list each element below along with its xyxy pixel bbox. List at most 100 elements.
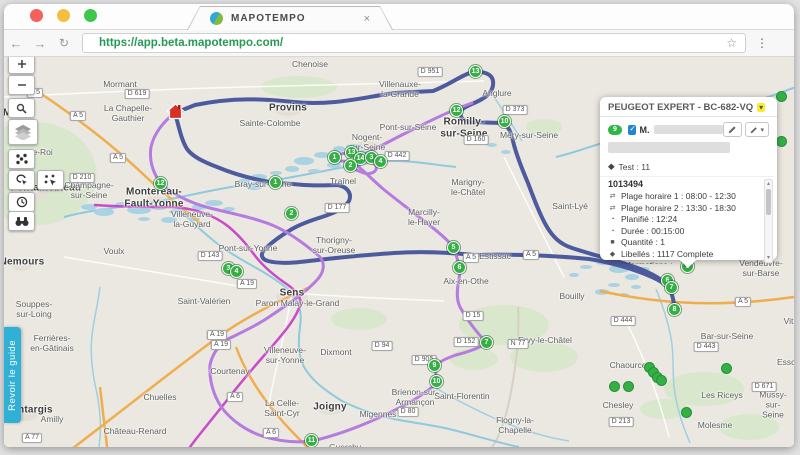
close-window-button[interactable] [30, 9, 43, 22]
lasso-select-button[interactable] [8, 170, 35, 190]
road-shield: D 213 [609, 417, 634, 427]
numbered-stop-marker[interactable]: 1 [328, 151, 341, 164]
popup-scrollbar[interactable]: ▴ ▾ [764, 179, 773, 263]
numbered-stop-marker[interactable]: 5 [447, 241, 460, 254]
review-guide-label: Revoir le guide [7, 340, 18, 411]
stop-details: 1013494 ⇄Plage horaire 1 : 08:00 - 12:30… [600, 176, 775, 264]
numbered-stop-marker[interactable]: 7 [665, 281, 678, 294]
contact-prefix: M. [640, 125, 650, 135]
scroll-up-icon[interactable]: ▴ [765, 180, 772, 188]
polygon-select-button[interactable] [37, 170, 64, 190]
map-canvas[interactable]: MormantChenoiseVillenauxe- la-GrandeLa C… [4, 57, 794, 447]
browser-tab[interactable]: MAPOTEMPO × [187, 6, 393, 30]
arrows-icon: ⇄ [608, 203, 617, 215]
road-shield: A 5 [110, 153, 126, 163]
url-text[interactable]: https://app.beta.mapotempo.com/ [99, 37, 726, 49]
pencil-icon [750, 126, 758, 134]
scroll-thumb[interactable] [766, 189, 771, 215]
road-shield: D 94 [372, 341, 393, 351]
road-shield: D 444 [611, 316, 636, 326]
road-shield: A 19 [207, 330, 227, 340]
url-bar[interactable]: https://app.beta.mapotempo.com/ ☆ [82, 33, 746, 53]
review-guide-tab[interactable]: Revoir le guide [4, 327, 21, 423]
arrows-icon: ⇄ [608, 191, 617, 203]
numbered-stop-marker[interactable]: 6 [453, 261, 466, 274]
detail-line: ◔Planifié : 12:24 [608, 214, 761, 226]
minimize-window-button[interactable] [57, 9, 70, 22]
back-icon[interactable]: ← [4, 36, 28, 51]
fullscreen-window-button[interactable] [84, 9, 97, 22]
tags-text: Test : 11 [619, 162, 651, 172]
road-shield: D 143 [198, 251, 223, 261]
road-shield: D 160 [464, 135, 489, 145]
browser-window: MAPOTEMPO × ← → ↻ https://app.beta.mapot… [4, 4, 794, 447]
stop-ref: 1013494 [608, 179, 761, 189]
numbered-stop-marker[interactable]: 8 [668, 303, 681, 316]
tab-close-icon[interactable]: × [364, 13, 370, 25]
numbered-stop-marker[interactable]: 2 [344, 159, 357, 172]
road-shield: D 80 [398, 407, 419, 417]
road-shield: D 15 [463, 311, 484, 321]
numbered-stop-marker[interactable]: 13 [469, 65, 482, 78]
stop-popup: PEUGEOT EXPERT - BC-682-VQ ▾ 9 M. ▾ [600, 97, 777, 260]
road-shield: A 6 [263, 428, 279, 438]
numbered-stop-marker[interactable]: 4 [374, 155, 387, 168]
zoom-area-search-button[interactable] [8, 98, 35, 118]
numbered-stop-marker[interactable]: 4 [230, 265, 243, 278]
edit-button[interactable] [723, 122, 742, 137]
screen: MAPOTEMPO × ← → ↻ https://app.beta.mapot… [0, 0, 800, 455]
stop-dot-marker[interactable] [721, 363, 732, 374]
bookmark-star-icon[interactable]: ☆ [726, 36, 737, 50]
numbered-stop-marker[interactable]: 2 [285, 207, 298, 220]
time-button[interactable] [8, 192, 35, 212]
numbered-stop-marker[interactable]: 10 [430, 375, 443, 388]
zoom-in-button[interactable] [8, 57, 35, 74]
zoom-out-button[interactable] [8, 75, 35, 95]
tag-icon: ◆ [608, 260, 617, 264]
browser-toolbar: ← → ↻ https://app.beta.mapotempo.com/ ☆ … [4, 30, 794, 57]
clock-icon: ◔ [608, 214, 617, 226]
road-shield: A 6 [227, 392, 243, 402]
stop-dot-marker[interactable] [623, 381, 634, 392]
numbered-stop-marker[interactable]: 11 [305, 434, 318, 447]
numbered-stop-marker[interactable]: 12 [154, 177, 167, 190]
vehicle-dropdown-icon[interactable]: ▾ [757, 103, 765, 112]
clusters-button[interactable] [8, 149, 35, 169]
reload-icon[interactable]: ↻ [52, 36, 76, 50]
road-shield: D 373 [503, 105, 528, 115]
stop-dot-marker[interactable] [776, 136, 787, 147]
redacted-name [654, 125, 724, 134]
numbered-stop-marker[interactable]: 9 [428, 359, 441, 372]
browser-menu-icon[interactable]: ⋮ [756, 36, 768, 50]
road-shield: D 671 [752, 382, 777, 392]
detail-text: Quantité : 1 [621, 237, 665, 249]
pencil-icon [728, 125, 737, 134]
scroll-down-icon[interactable]: ▾ [765, 254, 772, 262]
forward-icon[interactable]: → [28, 36, 52, 51]
numbered-stop-marker[interactable]: 1 [269, 176, 282, 189]
edit-dropdown-button[interactable]: ▾ [745, 122, 769, 137]
road-shield: D 619 [125, 89, 150, 99]
detail-line: ⇄Plage horaire 2 : 13:30 - 18:30 [608, 203, 761, 215]
stop-dot-marker[interactable] [609, 381, 620, 392]
detail-text: Informations : [621, 260, 673, 264]
road-shield: A 5 [523, 250, 539, 260]
layers-button[interactable] [8, 119, 38, 145]
stop-dot-marker[interactable] [681, 407, 692, 418]
stop-dot-marker[interactable] [656, 375, 667, 386]
numbered-stop-marker[interactable]: 12 [450, 104, 463, 117]
mapotempo-logo-icon [210, 12, 223, 25]
numbered-stop-marker[interactable]: 7 [480, 336, 493, 349]
road-shield: A 19 [237, 279, 257, 289]
detail-text: Libellés : 1117 Complete [621, 249, 713, 261]
overview-binoculars-button[interactable] [8, 211, 35, 231]
detail-text: Durée : 00:15:00 [621, 226, 684, 238]
road-shield: A 19 [211, 340, 231, 350]
stop-checkbox[interactable] [628, 125, 636, 135]
depot-marker-icon[interactable] [166, 103, 185, 125]
detail-line: ◆ Libellés : 1117 Complete [608, 249, 761, 261]
box-icon: ■ [608, 237, 617, 249]
numbered-stop-marker[interactable]: 10 [498, 115, 511, 128]
stop-row: 9 M. ▾ [600, 117, 777, 137]
stop-dot-marker[interactable] [776, 91, 787, 102]
